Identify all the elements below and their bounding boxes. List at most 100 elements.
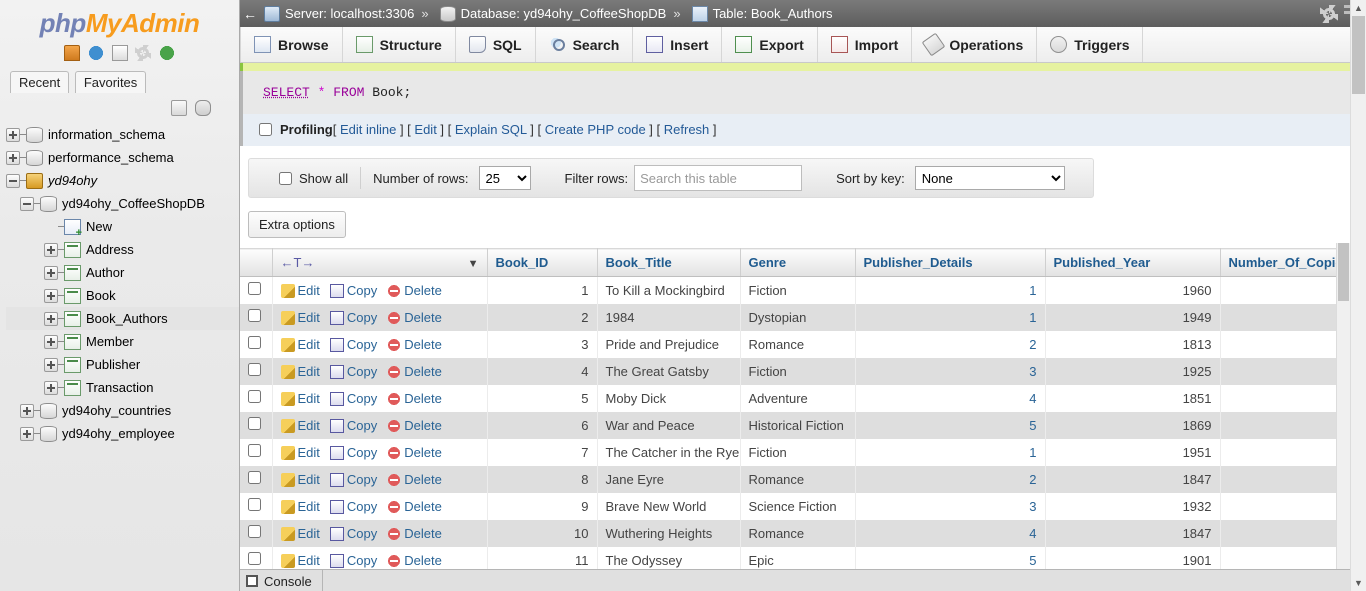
cell-publisher-details-link[interactable]: 3 (1029, 499, 1036, 514)
row-edit-link[interactable]: Edit (298, 364, 320, 379)
row-checkbox[interactable] (248, 336, 261, 349)
number-of-rows-select[interactable]: 2550100250500 (478, 166, 531, 190)
link-icon[interactable] (195, 99, 211, 116)
row-copy-link[interactable]: Copy (347, 499, 377, 514)
row-edit-link[interactable]: Edit (298, 499, 320, 514)
row-checkbox[interactable] (248, 525, 261, 538)
row-select-cell[interactable] (240, 276, 273, 304)
cell-publisher-details-link[interactable]: 4 (1029, 391, 1036, 406)
sql-query-display[interactable]: SELECT * FROM Book; (240, 71, 1350, 114)
favorites-tab[interactable]: Favorites (74, 71, 147, 93)
cell-publisher-details-link[interactable]: 4 (1029, 526, 1036, 541)
sort-by-key-select[interactable]: None (914, 166, 1065, 190)
cell-publisher-details[interactable]: 2 (855, 330, 1046, 358)
row-select-cell[interactable] (240, 303, 273, 331)
expand-icon[interactable] (20, 426, 34, 441)
cell-publisher-details-link[interactable]: 5 (1029, 553, 1036, 568)
column-header-published-year[interactable]: Published_Year (1045, 248, 1221, 277)
tree-item-publisher[interactable]: Publisher (6, 353, 239, 376)
table-row[interactable]: Edit Copy Delete 4 The Great Gatsby Fiction 3 1… (240, 357, 1350, 385)
back-arrow-icon[interactable]: ← (240, 0, 260, 27)
tab-sql[interactable]: SQL (456, 27, 536, 62)
edit-icon[interactable] (280, 472, 295, 487)
cell-publisher-details[interactable]: 1 (855, 303, 1046, 331)
expand-icon[interactable] (44, 311, 58, 326)
row-select-cell[interactable] (240, 465, 273, 493)
cell-publisher-details[interactable]: 3 (855, 492, 1046, 520)
cell-publisher-details[interactable]: 3 (855, 357, 1046, 385)
row-delete-link[interactable]: Delete (404, 310, 442, 325)
expand-icon[interactable] (6, 127, 20, 142)
column-header-number-of-copies[interactable]: Number_Of_Copies (1220, 248, 1350, 277)
row-select-cell[interactable] (240, 438, 273, 466)
column-header-book-id[interactable]: Book_ID (487, 248, 598, 277)
row-delete-link[interactable]: Delete (404, 526, 442, 541)
copy-icon[interactable] (329, 499, 344, 514)
copy-icon[interactable] (329, 364, 344, 379)
copy-icon[interactable] (329, 337, 344, 352)
delete-icon[interactable] (387, 553, 402, 568)
select-all-header[interactable] (240, 248, 273, 277)
expand-icon[interactable] (6, 150, 20, 165)
collapse-icon[interactable] (6, 173, 20, 188)
gear-icon[interactable] (1320, 4, 1338, 23)
copy-icon[interactable] (329, 283, 344, 298)
row-copy-link[interactable]: Copy (347, 418, 377, 433)
edit-icon[interactable] (280, 445, 295, 460)
expand-icon[interactable] (44, 357, 58, 372)
edit-icon[interactable] (280, 418, 295, 433)
cell-publisher-details-link[interactable]: 1 (1029, 445, 1036, 460)
expand-icon[interactable] (44, 334, 58, 349)
row-checkbox[interactable] (248, 309, 261, 322)
column-header-book-title[interactable]: Book_Title (597, 248, 741, 277)
home-icon[interactable] (64, 44, 81, 61)
tab-triggers[interactable]: Triggers (1037, 27, 1144, 62)
tree-item-yd94ohy-countries[interactable]: yd94ohy_countries (6, 399, 239, 422)
row-edit-link[interactable]: Edit (298, 337, 320, 352)
tree-item-author[interactable]: Author (6, 261, 239, 284)
tree-item-book[interactable]: Book (6, 284, 239, 307)
row-delete-link[interactable]: Delete (404, 445, 442, 460)
table-row[interactable]: Edit Copy Delete 10 Wuthering Heights Romance… (240, 519, 1350, 547)
copy-icon[interactable] (329, 553, 344, 568)
tab-insert[interactable]: Insert (633, 27, 723, 62)
column-header-genre[interactable]: Genre (740, 248, 856, 277)
row-select-cell[interactable] (240, 357, 273, 385)
copy-icon[interactable] (329, 526, 344, 541)
column-header-publisher-details[interactable]: Publisher_Details (855, 248, 1046, 277)
expand-icon[interactable] (44, 288, 58, 303)
row-copy-link[interactable]: Copy (347, 391, 377, 406)
delete-icon[interactable] (387, 391, 402, 406)
row-select-cell[interactable] (240, 330, 273, 358)
cell-publisher-details[interactable]: 4 (855, 384, 1046, 412)
expand-icon[interactable] (44, 242, 58, 257)
table-row[interactable]: Edit Copy Delete 6 War and Peace Historical F… (240, 411, 1350, 439)
table-row[interactable]: Edit Copy Delete 8 Jane Eyre Romance 2 1847 (240, 465, 1350, 493)
expand-icon[interactable] (20, 403, 34, 418)
delete-icon[interactable] (387, 472, 402, 487)
tree-item-yd94ohy[interactable]: yd94ohy (6, 169, 239, 192)
delete-icon[interactable] (387, 418, 402, 433)
row-copy-link[interactable]: Copy (347, 553, 377, 568)
row-checkbox[interactable] (248, 390, 261, 403)
recent-tab[interactable]: Recent (10, 71, 70, 93)
tab-search[interactable]: Search (536, 27, 634, 62)
extra-options-button[interactable]: Extra options (248, 211, 346, 238)
row-delete-link[interactable]: Delete (404, 364, 442, 379)
cell-publisher-details[interactable]: 1 (855, 438, 1046, 466)
tree-item-address[interactable]: Address (6, 238, 239, 261)
cell-publisher-details[interactable]: 2 (855, 465, 1046, 493)
row-edit-link[interactable]: Edit (298, 472, 320, 487)
row-checkbox[interactable] (248, 552, 261, 565)
breadcrumb-item-database[interactable]: Database: yd94ohy_CoffeeShopDB (439, 5, 666, 22)
cell-publisher-details-link[interactable]: 2 (1029, 337, 1036, 352)
collapse-icon[interactable] (20, 196, 34, 211)
tree-item-book-authors[interactable]: Book_Authors (6, 307, 239, 330)
row-delete-link[interactable]: Delete (404, 283, 442, 298)
edit-icon[interactable] (280, 391, 295, 406)
row-checkbox[interactable] (248, 498, 261, 511)
row-checkbox[interactable] (248, 282, 261, 296)
row-edit-link[interactable]: Edit (298, 418, 320, 433)
cell-publisher-details-link[interactable]: 2 (1029, 472, 1036, 487)
page-vertical-scrollbar[interactable]: ▲ ▼ (1350, 0, 1366, 591)
